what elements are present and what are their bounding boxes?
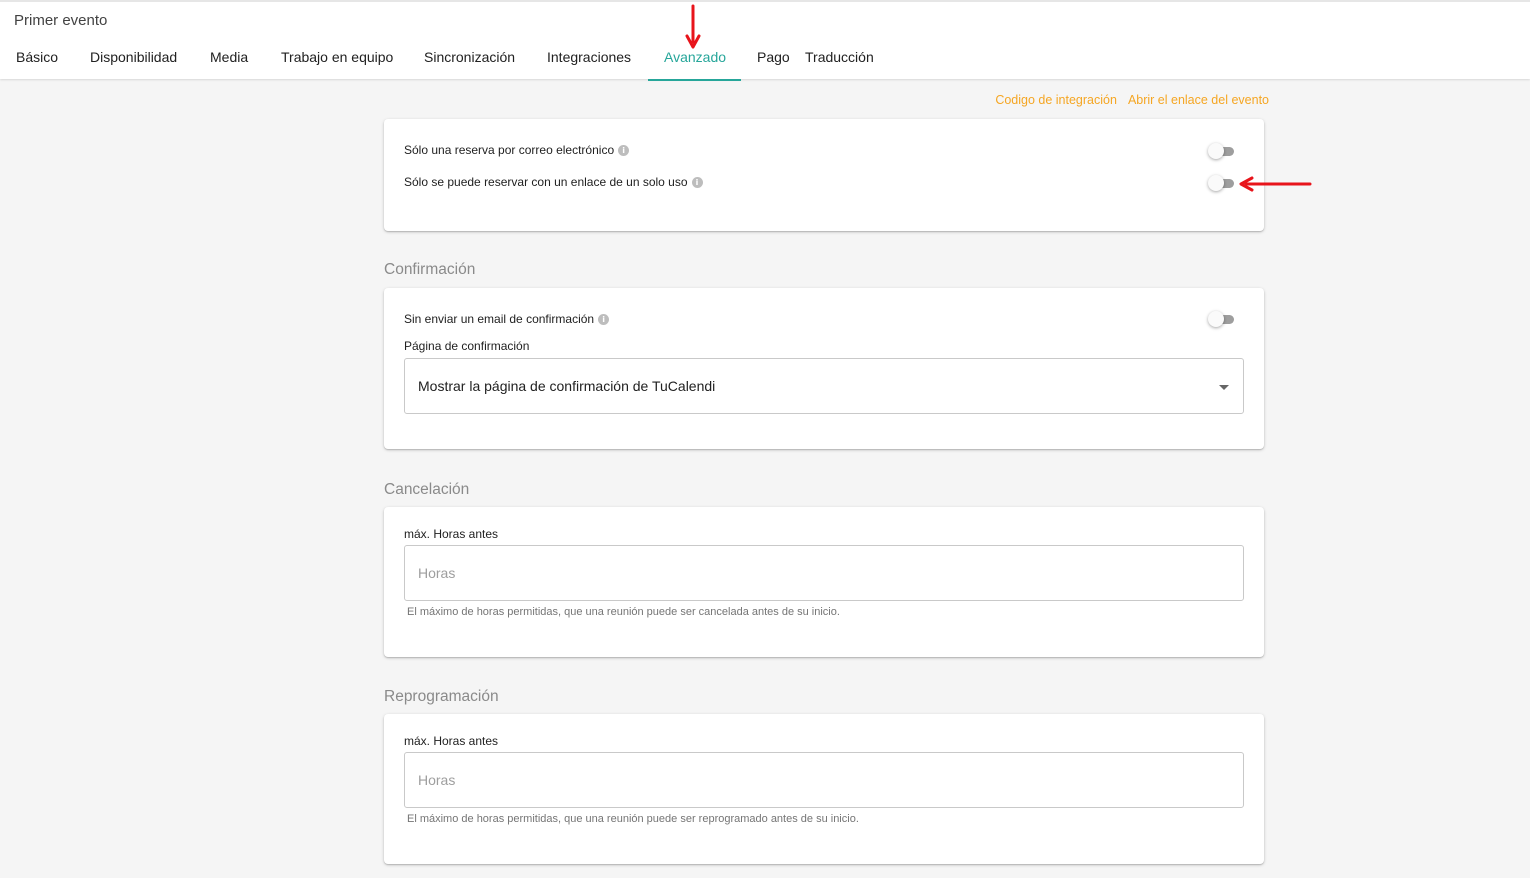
- tab-disponibilidad[interactable]: Disponibilidad: [90, 46, 210, 81]
- open-event-link[interactable]: Abrir el enlace del evento: [1128, 93, 1269, 107]
- integration-code-link[interactable]: Codigo de integración: [995, 93, 1117, 107]
- no-confirmation-email-toggle[interactable]: [1208, 311, 1240, 327]
- single-use-link-toggle[interactable]: [1208, 175, 1240, 191]
- tab-bar: Básico Disponibilidad Media Trabajo en e…: [0, 46, 905, 81]
- cancellation-title: Cancelación: [384, 481, 470, 498]
- booking-restrictions-card: Sólo una reserva por correo electrónico …: [384, 119, 1264, 231]
- one-per-email-row: Sólo una reserva por correo electrónico …: [404, 143, 630, 157]
- single-use-link-label: Sólo se puede reservar con un enlace de …: [404, 175, 688, 189]
- tab-pago[interactable]: Pago: [741, 46, 805, 81]
- red-arrow-icon: [685, 4, 701, 49]
- cancellation-hours-input[interactable]: [405, 546, 1243, 600]
- tab-trabajo-en-equipo[interactable]: Trabajo en equipo: [281, 46, 424, 81]
- event-title: Primer evento: [14, 12, 108, 29]
- single-use-link-row: Sólo se puede reservar con un enlace de …: [404, 175, 703, 189]
- tab-integraciones[interactable]: Integraciones: [547, 46, 648, 81]
- rescheduling-hours-box: [404, 752, 1244, 808]
- one-per-email-toggle[interactable]: [1208, 143, 1240, 159]
- toggle-thumb: [1208, 175, 1224, 191]
- one-per-email-label: Sólo una reserva por correo electrónico: [404, 143, 615, 157]
- tab-basico[interactable]: Básico: [16, 46, 90, 81]
- tab-avanzado[interactable]: Avanzado: [648, 46, 741, 81]
- rescheduling-hint: El máximo de horas permitidas, que una r…: [407, 813, 859, 825]
- rescheduling-card: máx. Horas antes El máximo de horas perm…: [384, 714, 1264, 864]
- confirmation-page-value: Mostrar la página de confirmación de TuC…: [418, 378, 716, 394]
- tab-media[interactable]: Media: [210, 46, 281, 81]
- cancellation-hours-label: máx. Horas antes: [404, 527, 499, 541]
- no-confirmation-email-label: Sin enviar un email de confirmación: [404, 312, 595, 326]
- rescheduling-hours-input[interactable]: [405, 753, 1243, 807]
- top-links: Codigo de integración Abrir el enlace de…: [995, 93, 1269, 107]
- no-confirmation-email-row: Sin enviar un email de confirmación i: [404, 312, 610, 326]
- toggle-thumb: [1208, 143, 1224, 159]
- confirmation-title: Confirmación: [384, 261, 476, 278]
- header: Primer evento Básico Disponibilidad Medi…: [0, 0, 1530, 81]
- rescheduling-title: Reprogramación: [384, 688, 499, 705]
- info-icon[interactable]: i: [598, 313, 610, 325]
- confirmation-page-select[interactable]: Mostrar la página de confirmación de TuC…: [404, 358, 1244, 414]
- confirmation-page-label: Página de confirmación: [404, 339, 530, 353]
- info-icon[interactable]: i: [691, 176, 703, 188]
- caret-down-icon: [1219, 385, 1229, 390]
- info-icon[interactable]: i: [618, 144, 630, 156]
- cancellation-hours-box: [404, 545, 1244, 601]
- tab-traduccion[interactable]: Traducción: [805, 46, 905, 81]
- red-arrow-icon: [1239, 176, 1312, 192]
- confirmation-card: Sin enviar un email de confirmación i Pá…: [384, 288, 1264, 449]
- cancellation-card: máx. Horas antes El máximo de horas perm…: [384, 507, 1264, 657]
- rescheduling-hours-label: máx. Horas antes: [404, 734, 499, 748]
- toggle-thumb: [1208, 311, 1224, 327]
- tab-sincronizacion[interactable]: Sincronización: [424, 46, 547, 81]
- cancellation-hint: El máximo de horas permitidas, que una r…: [407, 606, 840, 618]
